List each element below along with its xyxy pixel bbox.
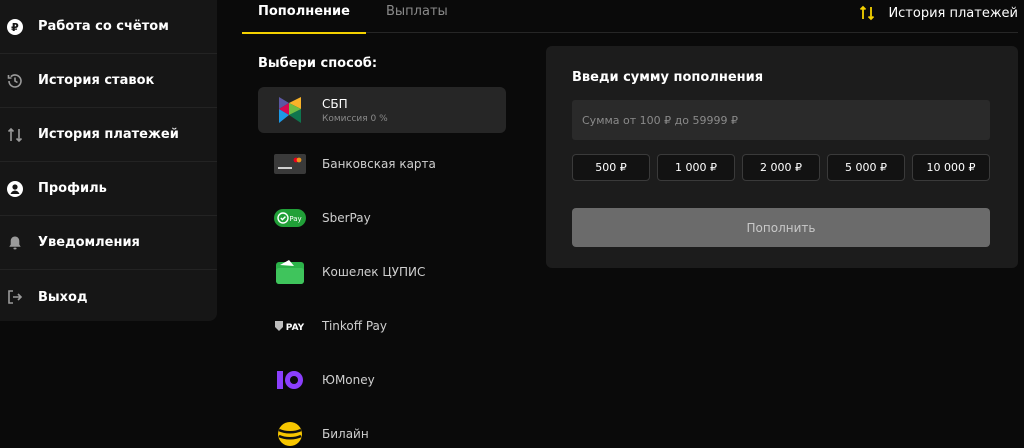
method-name: SberPay xyxy=(322,211,371,225)
account-coin-icon: ₽ xyxy=(6,18,24,36)
cupis-wallet-icon xyxy=(274,258,306,286)
sbp-logo-icon xyxy=(274,96,306,124)
logout-icon xyxy=(6,288,24,306)
amount-input[interactable] xyxy=(572,100,990,140)
bell-icon xyxy=(6,234,24,252)
preset-500[interactable]: 500 ₽ xyxy=(572,154,650,181)
payment-history-label: История платежей xyxy=(888,5,1018,21)
sidebar-item-label: История платежей xyxy=(38,127,179,142)
tinkoff-pay-logo-icon: PAY xyxy=(274,312,306,340)
sidebar-item-notifications[interactable]: Уведомления xyxy=(0,216,217,270)
deposit-panel: Введи сумму пополнения 500 ₽ 1 000 ₽ 2 0… xyxy=(546,46,1018,268)
sidebar-item-profile[interactable]: Профиль xyxy=(0,162,217,216)
sidebar-item-label: Работа со счётом xyxy=(38,19,169,34)
method-sberpay[interactable]: Pay SberPay xyxy=(258,195,506,241)
tab-deposit[interactable]: Пополнение xyxy=(242,4,366,34)
deposit-title: Введи сумму пополнения xyxy=(572,70,764,85)
yoomoney-logo-icon xyxy=(274,366,306,394)
transfer-arrows-icon xyxy=(858,4,876,22)
sidebar-item-label: Уведомления xyxy=(38,235,140,250)
transfer-arrows-icon xyxy=(6,126,24,144)
method-name: ЮMoney xyxy=(322,373,375,387)
amount-presets: 500 ₽ 1 000 ₽ 2 000 ₽ 5 000 ₽ 10 000 ₽ xyxy=(572,154,990,181)
method-name: Банковская карта xyxy=(322,157,436,171)
sidebar-item-bet-history[interactable]: История ставок xyxy=(0,54,217,108)
method-commission: Комиссия 0 % xyxy=(322,113,388,124)
payment-tabs: Пополнение Выплаты История платежей xyxy=(242,0,1018,34)
sidebar: ₽ Работа со счётом История ставок Истори… xyxy=(0,0,217,321)
method-name: Билайн xyxy=(322,427,369,441)
preset-5000[interactable]: 5 000 ₽ xyxy=(827,154,905,181)
method-yoomoney[interactable]: ЮMoney xyxy=(258,357,506,403)
method-beeline[interactable]: Билайн xyxy=(258,411,506,448)
method-tinkoff-pay[interactable]: PAY Tinkoff Pay xyxy=(258,303,506,349)
svg-text:PAY: PAY xyxy=(286,323,305,332)
method-name: Кошелек ЦУПИС xyxy=(322,265,426,279)
method-name: Tinkoff Pay xyxy=(322,319,387,333)
payment-history-link[interactable]: История платежей xyxy=(858,0,1018,26)
sidebar-item-label: История ставок xyxy=(38,73,155,88)
preset-2000[interactable]: 2 000 ₽ xyxy=(742,154,820,181)
sberpay-logo-icon: Pay xyxy=(274,204,306,232)
sidebar-item-logout[interactable]: Выход xyxy=(0,270,217,324)
bank-card-icon xyxy=(274,150,306,178)
tab-withdraw[interactable]: Выплаты xyxy=(386,4,448,33)
beeline-logo-icon xyxy=(274,420,306,448)
sidebar-item-label: Профиль xyxy=(38,181,107,196)
history-clock-icon xyxy=(6,72,24,90)
preset-10000[interactable]: 10 000 ₽ xyxy=(912,154,990,181)
method-name: СБП xyxy=(322,96,348,111)
sidebar-item-payment-history[interactable]: История платежей xyxy=(0,108,217,162)
sidebar-item-account[interactable]: ₽ Работа со счётом xyxy=(0,0,217,54)
svg-text:₽: ₽ xyxy=(11,21,19,34)
deposit-submit-button[interactable]: Пополнить xyxy=(572,208,990,247)
method-cupis-wallet[interactable]: Кошелек ЦУПИС xyxy=(258,249,506,295)
methods-title: Выбери способ: xyxy=(258,56,378,71)
sidebar-item-label: Выход xyxy=(38,289,88,305)
method-sbp[interactable]: СБП Комиссия 0 % xyxy=(258,87,506,133)
svg-text:Pay: Pay xyxy=(289,215,301,223)
preset-1000[interactable]: 1 000 ₽ xyxy=(657,154,735,181)
method-bank-card[interactable]: Банковская карта xyxy=(258,141,506,187)
user-icon xyxy=(6,180,24,198)
